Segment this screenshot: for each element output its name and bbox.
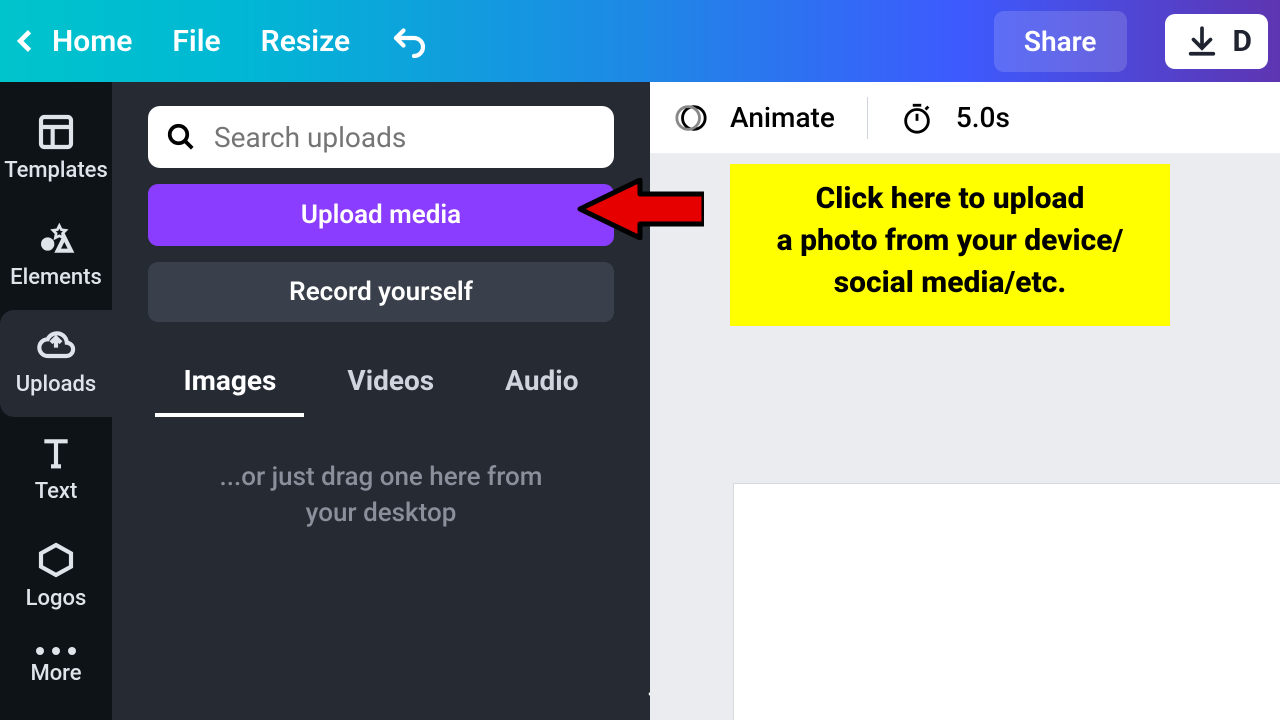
tab-images[interactable]: Images	[171, 358, 288, 417]
templates-icon	[36, 112, 76, 152]
arrow-left-icon	[576, 178, 704, 240]
tab-audio[interactable]: Audio	[493, 358, 590, 417]
uploads-panel: Upload media Record yourself Images Vide…	[112, 82, 650, 720]
animate-button[interactable]: Animate	[730, 101, 835, 134]
rail-logos-label: Logos	[26, 586, 87, 611]
rail-logos[interactable]: Logos	[0, 524, 112, 631]
upload-media-button[interactable]: Upload media	[148, 184, 614, 246]
tab-videos[interactable]: Videos	[335, 358, 446, 417]
search-icon	[166, 122, 196, 152]
file-menu[interactable]: File	[172, 24, 220, 59]
record-yourself-button[interactable]: Record yourself	[148, 262, 614, 322]
callout-line2: a photo from your device/	[746, 220, 1154, 262]
rail-elements[interactable]: Elements	[0, 203, 112, 310]
rail-templates-label: Templates	[4, 158, 108, 183]
timer-icon[interactable]	[900, 101, 934, 135]
drag-drop-hint: ...or just drag one here from your deskt…	[148, 459, 614, 532]
media-tabs: Images Videos Audio	[148, 358, 614, 417]
search-input[interactable]	[214, 121, 596, 154]
side-rail: Templates Elements Uploads Text Logos Mo…	[0, 82, 112, 720]
text-icon	[36, 433, 76, 473]
rail-templates[interactable]: Templates	[0, 96, 112, 203]
rail-elements-label: Elements	[10, 265, 102, 290]
search-uploads[interactable]	[148, 106, 614, 168]
download-icon	[1185, 24, 1219, 58]
drag-hint-line1: ...or just drag one here from	[148, 459, 614, 495]
topbar-left-group: Home File Resize	[12, 23, 426, 59]
callout-line1: Click here to upload	[746, 178, 1154, 220]
logos-icon	[36, 540, 76, 580]
home-label: Home	[52, 24, 132, 59]
top-bar: Home File Resize Share D	[0, 0, 1280, 82]
rail-text[interactable]: Text	[0, 417, 112, 524]
rail-uploads-label: Uploads	[16, 372, 96, 397]
animate-icon[interactable]	[674, 101, 708, 135]
undo-icon[interactable]	[390, 23, 426, 59]
download-button[interactable]: D	[1165, 14, 1269, 69]
share-button[interactable]: Share	[994, 11, 1127, 72]
tutorial-arrow	[576, 178, 704, 240]
tutorial-callout: Click here to upload a photo from your d…	[730, 164, 1170, 326]
more-dots-icon	[36, 647, 76, 655]
rail-more[interactable]: More	[0, 631, 112, 706]
drag-hint-line2: your desktop	[148, 495, 614, 531]
design-page[interactable]	[734, 484, 1280, 720]
callout-line3: social media/etc.	[746, 262, 1154, 304]
elements-icon	[36, 219, 76, 259]
toolbar-divider	[867, 97, 868, 139]
rail-more-label: More	[30, 661, 81, 686]
canvas-toolbar: Animate 5.0s	[650, 82, 1280, 154]
rail-text-label: Text	[35, 479, 78, 504]
chevron-left-icon	[12, 27, 40, 55]
download-label: D	[1233, 24, 1253, 59]
home-button[interactable]: Home	[12, 24, 132, 59]
duration-button[interactable]: 5.0s	[956, 101, 1010, 134]
resize-menu[interactable]: Resize	[261, 24, 351, 59]
rail-uploads[interactable]: Uploads	[0, 310, 112, 417]
uploads-icon	[36, 326, 76, 366]
